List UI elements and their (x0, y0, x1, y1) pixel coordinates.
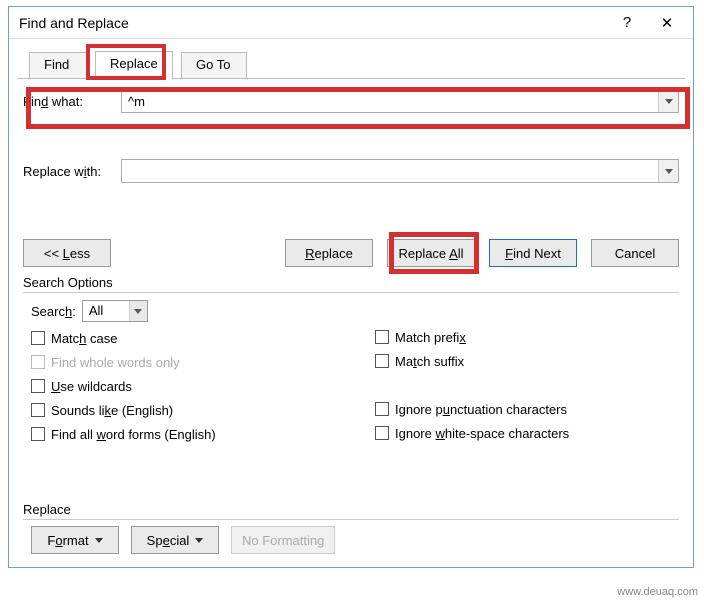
search-options-panel: Search: All Match case Find whole words … (23, 299, 679, 446)
replace-button[interactable]: Replace (285, 239, 373, 267)
help-button[interactable]: ? (607, 9, 647, 37)
tab-goto[interactable]: Go To (181, 52, 247, 79)
sounds-like-label: Sounds like (English) (51, 403, 173, 418)
sounds-like-option[interactable]: Sounds like (English) (31, 398, 335, 422)
watermark: www.deuaq.com (617, 586, 698, 598)
word-forms-option[interactable]: Find all word forms (English) (31, 422, 335, 446)
tab-replace[interactable]: Replace (95, 51, 173, 80)
match-case-label: Match case (51, 331, 117, 346)
tab-find[interactable]: Find (29, 52, 87, 79)
replace-all-button[interactable]: Replace All (387, 239, 475, 267)
divider (23, 292, 679, 293)
find-next-button[interactable]: Find Next (489, 239, 577, 267)
titlebar: Find and Replace ? ✕ (9, 7, 693, 39)
match-prefix-checkbox[interactable] (375, 330, 389, 344)
search-direction-label: Search: (31, 304, 76, 319)
replace-with-row: Replace with: (23, 159, 679, 183)
match-prefix-option[interactable]: Match prefix (375, 325, 679, 349)
word-forms-label: Find all word forms (English) (51, 427, 216, 442)
match-case-checkbox[interactable] (31, 331, 45, 345)
replace-section-heading: Replace (23, 502, 679, 517)
replace-with-combo[interactable] (121, 159, 679, 183)
search-direction-row: Search: All (31, 299, 335, 323)
chevron-down-icon (665, 99, 673, 104)
word-forms-checkbox[interactable] (31, 427, 45, 441)
less-button[interactable]: << Less (23, 239, 111, 267)
ignore-punct-label: Ignore punctuation characters (395, 402, 567, 417)
search-options-heading: Search Options (23, 275, 679, 290)
chevron-down-icon (134, 309, 142, 314)
search-direction-value: All (83, 301, 129, 321)
use-wildcards-label: Use wildcards (51, 379, 132, 394)
match-case-option[interactable]: Match case (31, 326, 335, 350)
replace-with-label: Replace with: (23, 164, 121, 179)
close-button[interactable]: ✕ (647, 9, 687, 37)
replace-footer-buttons: Format Special No Formatting (23, 526, 679, 554)
replace-with-input[interactable] (122, 160, 658, 182)
match-suffix-checkbox[interactable] (375, 354, 389, 368)
search-direction-dropdown[interactable] (129, 301, 147, 321)
whole-words-label: Find whole words only (51, 355, 180, 370)
no-formatting-button: No Formatting (231, 526, 335, 554)
replace-with-dropdown[interactable] (658, 160, 678, 182)
ignore-ws-label: Ignore white-space characters (395, 426, 569, 441)
use-wildcards-option[interactable]: Use wildcards (31, 374, 335, 398)
window-title: Find and Replace (19, 15, 607, 31)
find-what-combo[interactable] (121, 89, 679, 113)
whole-words-option: Find whole words only (31, 350, 335, 374)
find-what-row: Find what: (23, 89, 679, 113)
sounds-like-checkbox[interactable] (31, 403, 45, 417)
find-what-dropdown[interactable] (658, 90, 678, 112)
search-direction-select[interactable]: All (82, 300, 148, 322)
use-wildcards-checkbox[interactable] (31, 379, 45, 393)
tab-strip: Find Replace Go To (17, 49, 685, 79)
match-suffix-option[interactable]: Match suffix (375, 349, 679, 373)
match-prefix-label: Match prefix (395, 330, 466, 345)
format-button[interactable]: Format (31, 526, 119, 554)
divider-2 (23, 519, 679, 520)
action-buttons: << Less Replace Replace All Find Next Ca… (23, 239, 679, 267)
match-suffix-label: Match suffix (395, 354, 464, 369)
cancel-button[interactable]: Cancel (591, 239, 679, 267)
ignore-ws-checkbox[interactable] (375, 426, 389, 440)
find-what-input[interactable] (122, 90, 658, 112)
ignore-ws-option[interactable]: Ignore white-space characters (375, 421, 679, 445)
find-what-label: Find what: (23, 94, 121, 109)
ignore-punct-checkbox[interactable] (375, 402, 389, 416)
ignore-punct-option[interactable]: Ignore punctuation characters (375, 397, 679, 421)
chevron-down-icon (665, 169, 673, 174)
find-replace-dialog: Find and Replace ? ✕ Find Replace Go To … (8, 6, 694, 568)
special-button[interactable]: Special (131, 526, 219, 554)
whole-words-checkbox (31, 355, 45, 369)
